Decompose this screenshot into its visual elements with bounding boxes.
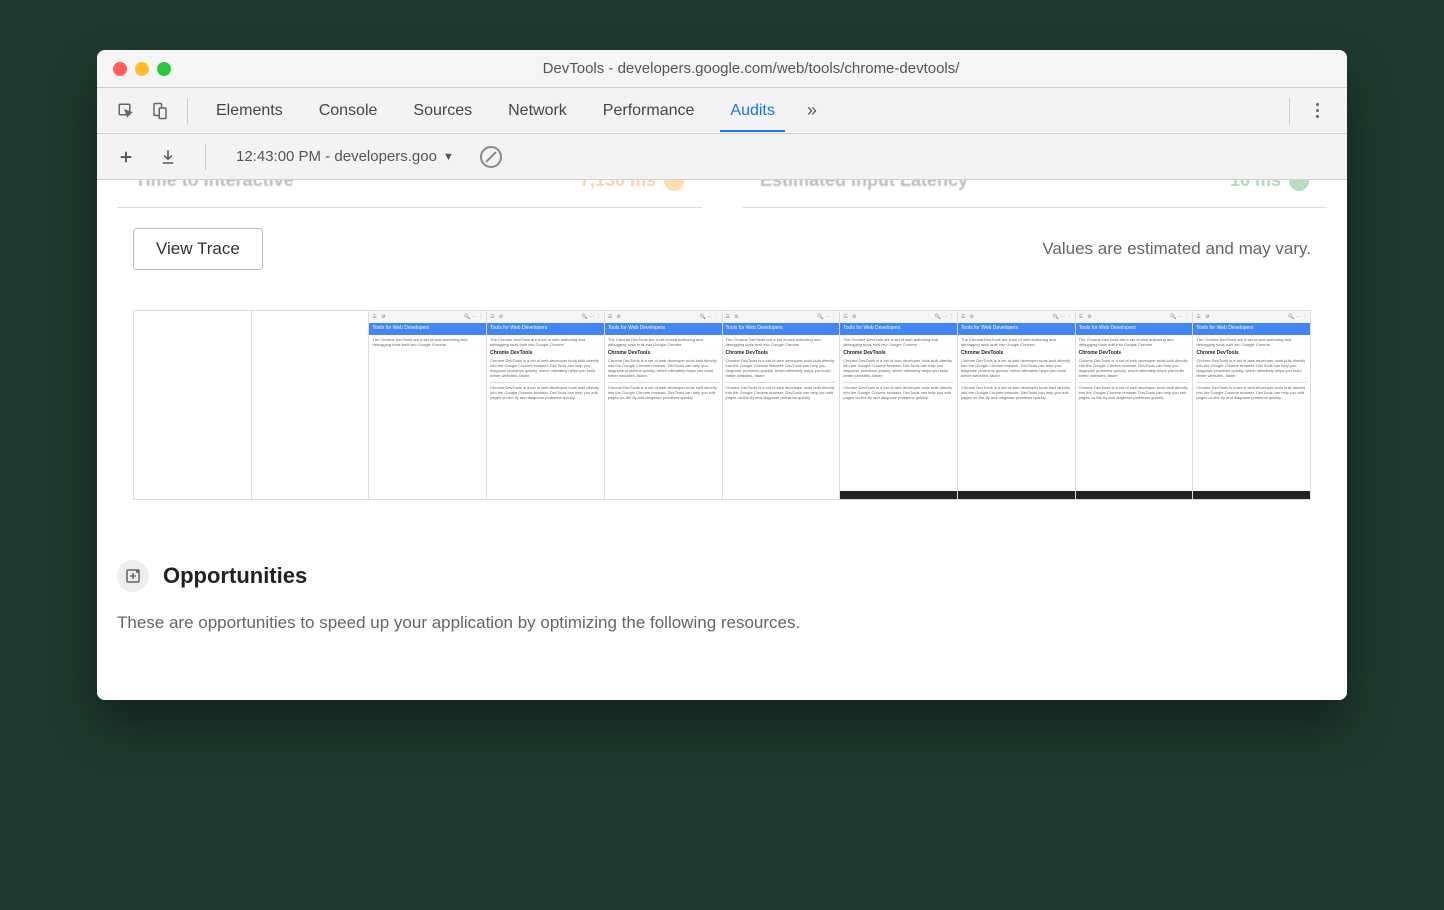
window-title: DevTools - developers.google.com/web/too… bbox=[171, 60, 1331, 77]
status-average-icon bbox=[664, 180, 684, 191]
separator bbox=[205, 144, 206, 170]
tab-performance[interactable]: Performance bbox=[585, 90, 713, 132]
view-trace-button[interactable]: View Trace bbox=[133, 228, 263, 270]
status-good-icon bbox=[1289, 180, 1309, 191]
new-audit-button[interactable] bbox=[111, 144, 141, 170]
metric-value: 16 ms bbox=[1230, 180, 1309, 191]
tab-elements[interactable]: Elements bbox=[198, 90, 301, 132]
filmstrip: ☰ ⚙🔍 ··· ⋮Tools for Web DevelopersThe Ch… bbox=[133, 310, 1311, 500]
tab-overflow-button[interactable]: » bbox=[793, 92, 831, 129]
filmstrip-frame: ☰ ⚙🔍 ··· ⋮Tools for Web DevelopersThe Ch… bbox=[1193, 311, 1310, 499]
opportunities-icon bbox=[117, 560, 149, 592]
tab-network[interactable]: Network bbox=[490, 90, 585, 132]
inspect-element-icon[interactable] bbox=[109, 96, 143, 126]
audit-run-selector[interactable]: 12:43:00 PM - developers.goo ▼ bbox=[228, 144, 462, 169]
maximize-window-button[interactable] bbox=[157, 62, 171, 76]
metric-time-to-interactive: Time to Interactive 7,130 ms bbox=[117, 180, 702, 208]
audits-content: Time to Interactive 7,130 ms Estimated I… bbox=[97, 180, 1347, 700]
audits-toolbar: 12:43:00 PM - developers.goo ▼ bbox=[97, 134, 1347, 180]
opportunities-header: Opportunities bbox=[117, 560, 1327, 592]
titlebar: DevTools - developers.google.com/web/too… bbox=[97, 50, 1347, 88]
filmstrip-frame: ☰ ⚙🔍 ··· ⋮Tools for Web DevelopersThe Ch… bbox=[723, 311, 841, 499]
filmstrip-frame: ☰ ⚙🔍 ··· ⋮Tools for Web DevelopersThe Ch… bbox=[605, 311, 723, 499]
tab-console[interactable]: Console bbox=[301, 90, 396, 132]
metrics-row: Time to Interactive 7,130 ms Estimated I… bbox=[97, 180, 1347, 208]
close-window-button[interactable] bbox=[113, 62, 127, 76]
audit-run-label: 12:43:00 PM - developers.goo bbox=[236, 148, 437, 165]
filmstrip-frame: ☰ ⚙🔍 ··· ⋮Tools for Web DevelopersThe Ch… bbox=[369, 311, 487, 499]
metric-estimated-input-latency: Estimated Input Latency 16 ms bbox=[742, 180, 1327, 208]
opportunities-description: These are opportunities to speed up your… bbox=[117, 610, 1327, 636]
filmstrip-frame bbox=[252, 311, 370, 499]
filmstrip-frame: ☰ ⚙🔍 ··· ⋮Tools for Web DevelopersThe Ch… bbox=[1076, 311, 1194, 499]
filmstrip-frame bbox=[134, 311, 252, 499]
more-options-button[interactable] bbox=[1300, 93, 1335, 128]
opportunities-title: Opportunities bbox=[163, 563, 307, 589]
traffic-lights bbox=[113, 62, 171, 76]
download-report-button[interactable] bbox=[153, 144, 183, 170]
metric-label: Time to Interactive bbox=[135, 180, 294, 191]
separator bbox=[1289, 98, 1290, 124]
metric-value: 7,130 ms bbox=[580, 180, 684, 191]
minimize-window-button[interactable] bbox=[135, 62, 149, 76]
tab-audits[interactable]: Audits bbox=[712, 90, 792, 132]
tab-sources[interactable]: Sources bbox=[395, 90, 490, 132]
dropdown-caret-icon: ▼ bbox=[443, 151, 454, 163]
filmstrip-frame: ☰ ⚙🔍 ··· ⋮Tools for Web DevelopersThe Ch… bbox=[958, 311, 1076, 499]
devtools-tabbar: Elements Console Sources Network Perform… bbox=[97, 88, 1347, 134]
opportunities-section: Opportunities These are opportunities to… bbox=[97, 540, 1347, 676]
metric-label: Estimated Input Latency bbox=[760, 180, 968, 191]
clear-audits-button[interactable] bbox=[480, 146, 502, 168]
filmstrip-frame: ☰ ⚙🔍 ··· ⋮Tools for Web DevelopersThe Ch… bbox=[840, 311, 958, 499]
devtools-window: DevTools - developers.google.com/web/too… bbox=[97, 50, 1347, 700]
filmstrip-frame: ☰ ⚙🔍 ··· ⋮Tools for Web DevelopersThe Ch… bbox=[487, 311, 605, 499]
estimate-note: Values are estimated and may vary. bbox=[1042, 239, 1311, 259]
trace-row: View Trace Values are estimated and may … bbox=[97, 208, 1347, 280]
separator bbox=[187, 98, 188, 124]
toggle-device-toolbar-icon[interactable] bbox=[143, 96, 177, 126]
